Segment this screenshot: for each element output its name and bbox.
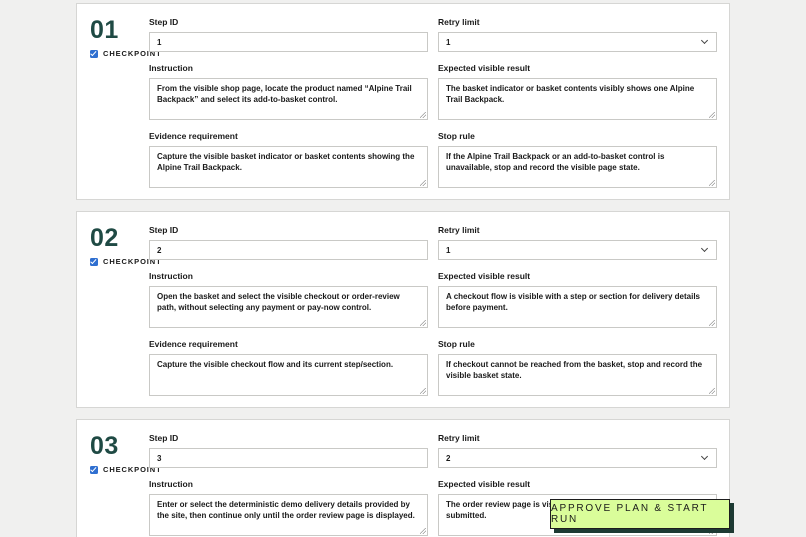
resize-handle-icon[interactable] xyxy=(420,180,426,186)
step-number: 03 xyxy=(90,432,119,460)
retry-limit-select[interactable]: 1 xyxy=(438,32,717,52)
instruction-label: Instruction xyxy=(149,271,193,281)
chevron-down-icon xyxy=(700,452,709,461)
resize-handle-icon[interactable] xyxy=(420,528,426,534)
stop-rule-textarea[interactable]: If the Alpine Trail Backpack or an add-t… xyxy=(438,146,717,188)
retry-limit-label: Retry limit xyxy=(438,17,480,27)
chevron-down-icon xyxy=(700,36,709,45)
instruction-textarea[interactable]: From the visible shop page, locate the p… xyxy=(149,78,428,120)
retry-limit-select[interactable]: 2 xyxy=(438,448,717,468)
step-id-label: Step ID xyxy=(149,17,179,27)
instruction-textarea[interactable]: Enter or select the deterministic demo d… xyxy=(149,494,428,536)
instruction-label: Instruction xyxy=(149,479,193,489)
resize-handle-icon[interactable] xyxy=(709,180,715,186)
checkbox-checked-icon[interactable] xyxy=(90,465,98,474)
step-card: 01 CHECKPOINT Step ID 1 Retry limit 1 In… xyxy=(76,3,730,200)
step-id-label: Step ID xyxy=(149,433,179,443)
expected-result-textarea[interactable]: The basket indicator or basket contents … xyxy=(438,78,717,120)
plan-editor: 01 CHECKPOINT Step ID 1 Retry limit 1 In… xyxy=(0,0,806,537)
instruction-textarea[interactable]: Open the basket and select the visible c… xyxy=(149,286,428,328)
evidence-label: Evidence requirement xyxy=(149,339,238,349)
expected-result-label: Expected visible result xyxy=(438,271,531,281)
step-number: 01 xyxy=(90,16,119,44)
step-id-label: Step ID xyxy=(149,225,179,235)
instruction-label: Instruction xyxy=(149,63,193,73)
resize-handle-icon[interactable] xyxy=(709,112,715,118)
retry-limit-label: Retry limit xyxy=(438,433,480,443)
resize-handle-icon[interactable] xyxy=(420,388,426,394)
chevron-down-icon xyxy=(700,244,709,253)
step-number: 02 xyxy=(90,224,119,252)
step-id-input[interactable]: 3 xyxy=(149,448,428,468)
evidence-label: Evidence requirement xyxy=(149,131,238,141)
retry-limit-label: Retry limit xyxy=(438,225,480,235)
stop-rule-label: Stop rule xyxy=(438,339,475,349)
retry-limit-select[interactable]: 1 xyxy=(438,240,717,260)
resize-handle-icon[interactable] xyxy=(709,320,715,326)
resize-handle-icon[interactable] xyxy=(709,388,715,394)
resize-handle-icon[interactable] xyxy=(420,112,426,118)
resize-handle-icon[interactable] xyxy=(420,320,426,326)
evidence-textarea[interactable]: Capture the visible checkout flow and it… xyxy=(149,354,428,396)
stop-rule-label: Stop rule xyxy=(438,131,475,141)
expected-result-textarea[interactable]: A checkout flow is visible with a step o… xyxy=(438,286,717,328)
step-id-input[interactable]: 1 xyxy=(149,32,428,52)
stop-rule-textarea[interactable]: If checkout cannot be reached from the b… xyxy=(438,354,717,396)
approve-plan-button[interactable]: APPROVE PLAN & START RUN xyxy=(550,499,730,529)
checkbox-checked-icon[interactable] xyxy=(90,49,98,58)
checkbox-checked-icon[interactable] xyxy=(90,257,98,266)
step-card: 02 CHECKPOINT Step ID 2 Retry limit 1 In… xyxy=(76,211,730,408)
evidence-textarea[interactable]: Capture the visible basket indicator or … xyxy=(149,146,428,188)
expected-result-label: Expected visible result xyxy=(438,479,531,489)
step-id-input[interactable]: 2 xyxy=(149,240,428,260)
expected-result-label: Expected visible result xyxy=(438,63,531,73)
